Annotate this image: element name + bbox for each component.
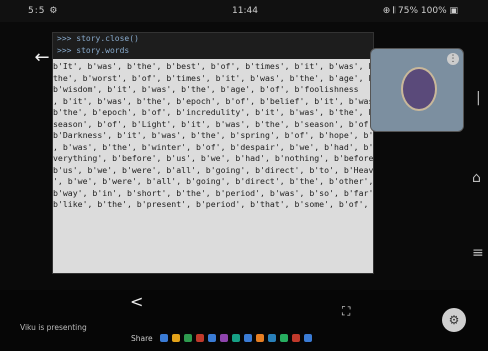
output-line: season', b'of', b'Light', b'it', b'was',… <box>53 118 374 129</box>
bottom-bar: < ⛶ Viku is presenting Share <box>0 290 488 351</box>
status-left: 5:5 ⚙ <box>28 6 59 16</box>
avatar <box>401 67 437 111</box>
taskbar-app-icon[interactable] <box>172 334 180 342</box>
shared-screen-view: >>> story.close() >>> story.words b'It',… <box>52 32 374 274</box>
output-line: b'wisdom', b'it', b'was', b'the', b'age'… <box>53 84 359 94</box>
taskbar-app-icon[interactable] <box>304 334 312 342</box>
taskbar-app-icon[interactable] <box>220 334 228 342</box>
recent-apps-icon[interactable]: ≡ <box>472 245 484 261</box>
taskbar-app-icon[interactable] <box>232 334 240 342</box>
output-line: b'It', b'was', b'the', b'best', b'of', b… <box>53 61 374 71</box>
presenter-caption: Viku is presenting <box>20 323 87 332</box>
share-icon[interactable]: < <box>130 292 143 311</box>
more-options-icon[interactable]: ⋮ <box>447 53 459 65</box>
output-line: , b'it', b'was', b'the', b'epoch', b'of'… <box>53 95 374 106</box>
taskbar-app-icon[interactable] <box>208 334 216 342</box>
prompt-line: >>> story.words <box>57 46 130 55</box>
output-line: b'Darkness', b'it', b'was', b'the', b'sp… <box>53 130 374 140</box>
participant-video-tile[interactable]: ⋮ <box>370 48 464 132</box>
home-icon[interactable]: ⌂ <box>472 170 481 186</box>
output-line: ', b'we', b'were', b'all', b'going', b'd… <box>53 176 374 186</box>
taskbar <box>160 334 350 346</box>
taskbar-app-icon[interactable] <box>280 334 288 342</box>
fullscreen-icon[interactable]: ⛶ <box>342 304 350 319</box>
terminal-prompt: >>> story.close() >>> story.words <box>53 33 373 59</box>
taskbar-app-icon[interactable] <box>268 334 276 342</box>
share-label: Share <box>131 334 153 343</box>
status-time: 11:44 <box>232 6 258 16</box>
status-bar: 5:5 ⚙ 11:44 ⊕ 𝄃 75% 100% ▣ <box>0 0 488 22</box>
output-line: , b'was', b'the', b'winter', b'of', b'de… <box>53 141 374 152</box>
prompt-line: >>> story.close() <box>57 34 139 43</box>
taskbar-app-icon[interactable] <box>292 334 300 342</box>
taskbar-app-icon[interactable] <box>244 334 252 342</box>
edge-menu-icon[interactable]: | <box>476 90 481 106</box>
output-line: b'like', b'the', b'present', b'period', … <box>53 199 374 209</box>
status-right: ⊕ 𝄃 75% 100% ▣ <box>382 6 458 16</box>
back-arrow-icon[interactable]: ← <box>32 48 52 68</box>
taskbar-app-icon[interactable] <box>196 334 204 342</box>
taskbar-app-icon[interactable] <box>184 334 192 342</box>
output-line: the', b'worst', b'of', b'times', b'it', … <box>53 72 374 83</box>
taskbar-app-icon[interactable] <box>256 334 264 342</box>
taskbar-app-icon[interactable] <box>160 334 168 342</box>
code-output: b'It', b'was', b'the', b'best', b'of', b… <box>53 61 373 211</box>
output-line: b'way', b'in', b'short', b'the', b'perio… <box>53 187 374 198</box>
settings-fab-icon[interactable]: ⚙ <box>442 308 466 332</box>
output-line: b'us', b'we', b'were', b'all', b'going',… <box>53 164 374 175</box>
output-line: b'the', b'epoch', b'of', b'incredulity',… <box>53 107 374 117</box>
output-line: verything', b'before', b'us', b'we', b'h… <box>53 153 374 163</box>
